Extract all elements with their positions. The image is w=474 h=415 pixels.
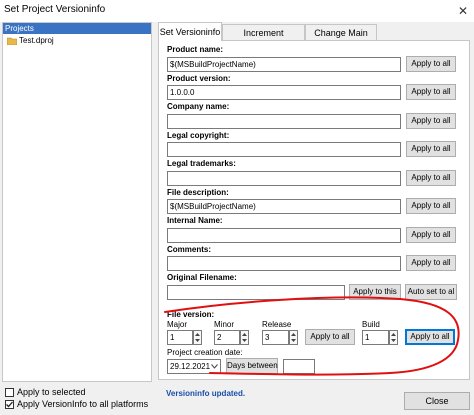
status-message: Versioninfo updated. xyxy=(166,389,246,398)
apply-all-platforms-checkbox[interactable] xyxy=(5,400,14,409)
checkmark-icon xyxy=(6,401,13,408)
apply-all-platforms-label: Apply VersionInfo to all platforms xyxy=(17,399,149,409)
red-annotation-outline xyxy=(164,296,460,376)
close-button[interactable]: Close xyxy=(404,392,470,410)
tab-set-versioninfo[interactable]: Set Versioninfo xyxy=(158,22,222,41)
apply-to-selected-label: Apply to selected xyxy=(17,387,86,397)
apply-to-selected-checkbox[interactable] xyxy=(5,388,14,397)
